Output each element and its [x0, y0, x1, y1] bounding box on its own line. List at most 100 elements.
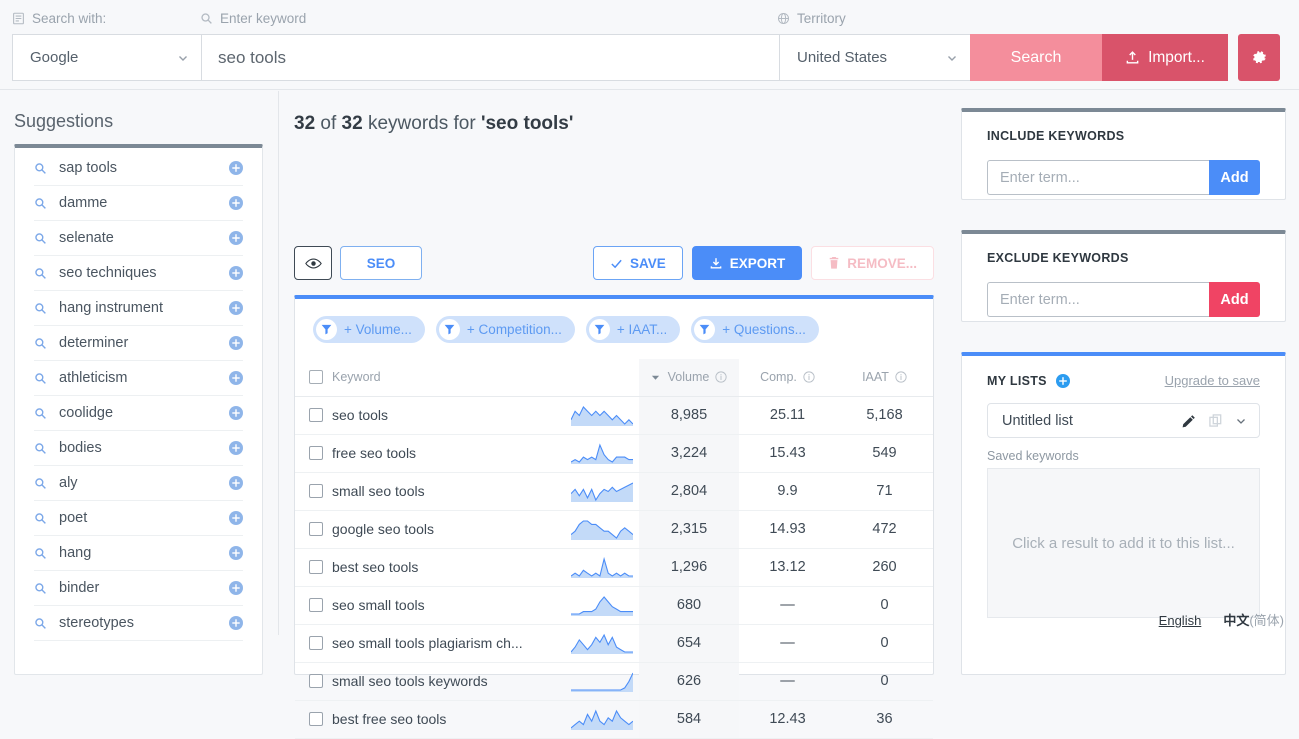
add-suggestion-icon[interactable] [229, 581, 243, 595]
add-list-icon[interactable] [1055, 373, 1070, 388]
engine-select[interactable]: Google [12, 34, 201, 81]
row-checkbox[interactable] [309, 408, 323, 422]
row-select-cell[interactable] [295, 586, 328, 625]
search-button[interactable]: Search [970, 34, 1102, 81]
suggestion-item[interactable]: stereotypes [34, 606, 243, 641]
row-select-cell[interactable] [295, 396, 328, 435]
add-suggestion-icon[interactable] [229, 231, 243, 245]
suggestion-item[interactable]: selenate [34, 221, 243, 256]
info-icon[interactable] [803, 371, 815, 383]
select-all-checkbox[interactable] [309, 370, 323, 385]
filter-chip[interactable]: + Questions... [691, 316, 819, 343]
comp-cell: 9.9 [739, 472, 836, 511]
info-icon[interactable] [895, 371, 907, 383]
list-selector[interactable]: Untitled list [987, 403, 1260, 438]
suggestion-item[interactable]: poet [34, 501, 243, 536]
select-all-header[interactable] [295, 359, 328, 397]
edit-list-icon[interactable] [1182, 414, 1196, 428]
duplicate-list-icon[interactable] [1209, 414, 1222, 427]
row-checkbox[interactable] [309, 560, 323, 574]
exclude-term-input[interactable]: Enter term... [987, 282, 1209, 317]
table-row[interactable]: google seo tools 2,315 14.93 472 [295, 510, 933, 549]
include-add-button[interactable]: Add [1209, 160, 1260, 195]
search-icon [34, 337, 47, 350]
volume-column-header[interactable]: Volume [639, 359, 739, 397]
table-row[interactable]: seo small tools plagiarism ch... 654—0 [295, 624, 933, 663]
chevron-down-icon[interactable] [1235, 415, 1247, 427]
row-select-cell[interactable] [295, 624, 328, 663]
row-select-cell[interactable] [295, 662, 328, 701]
suggestion-item[interactable]: hang [34, 536, 243, 571]
row-select-cell[interactable] [295, 510, 328, 549]
add-suggestion-icon[interactable] [229, 266, 243, 280]
add-suggestion-icon[interactable] [229, 476, 243, 490]
add-suggestion-icon[interactable] [229, 161, 243, 175]
remove-button[interactable]: REMOVE... [811, 246, 934, 280]
suggestion-item[interactable]: damme [34, 186, 243, 221]
language-chinese[interactable]: 中文(简体) [1223, 610, 1284, 629]
suggestion-item[interactable]: binder [34, 571, 243, 606]
sparkline-chart [557, 556, 639, 578]
suggestion-item[interactable]: sap tools [34, 151, 243, 186]
save-button[interactable]: SAVE [592, 246, 683, 280]
suggestion-item[interactable]: seo techniques [34, 256, 243, 291]
table-row[interactable]: small seo tools keywords 626—0 [295, 662, 933, 701]
settings-button[interactable] [1238, 34, 1280, 81]
seo-tab-button[interactable]: SEO [340, 246, 422, 280]
suggestion-item[interactable]: hang instrument [34, 291, 243, 326]
filter-chip-label: + Competition... [466, 322, 562, 337]
saved-keywords-dropzone[interactable]: Click a result to add it to this list... [987, 468, 1260, 618]
preview-toggle-button[interactable] [294, 246, 332, 280]
suggestion-item[interactable]: aly [34, 466, 243, 501]
import-button[interactable]: Import... [1102, 34, 1228, 81]
table-row[interactable]: free seo tools 3,224 15.43 549 [295, 434, 933, 473]
add-suggestion-icon[interactable] [229, 196, 243, 210]
suggestion-item[interactable]: coolidge [34, 396, 243, 431]
row-select-cell[interactable] [295, 434, 328, 473]
exclude-add-button[interactable]: Add [1209, 282, 1260, 317]
row-checkbox[interactable] [309, 598, 323, 612]
row-select-cell[interactable] [295, 548, 328, 587]
add-suggestion-icon[interactable] [229, 616, 243, 630]
row-checkbox[interactable] [309, 522, 323, 536]
row-checkbox[interactable] [309, 636, 323, 650]
add-suggestion-icon[interactable] [229, 371, 243, 385]
add-suggestion-icon[interactable] [229, 336, 243, 350]
language-english[interactable]: English [1159, 613, 1202, 628]
add-suggestion-icon[interactable] [229, 406, 243, 420]
territory-select[interactable]: United States [779, 34, 970, 81]
info-icon[interactable] [715, 371, 727, 383]
add-suggestion-icon[interactable] [229, 511, 243, 525]
exclude-keywords-panel: EXCLUDE KEYWORDS Enter term... Add [961, 230, 1286, 322]
table-row[interactable]: small seo tools 2,804 9.9 71 [295, 472, 933, 511]
row-select-cell[interactable] [295, 700, 328, 739]
add-suggestion-icon[interactable] [229, 546, 243, 560]
table-row[interactable]: best free seo tools 584 12.43 36 [295, 700, 933, 739]
comp-column-header[interactable]: Comp. [739, 359, 836, 397]
suggestion-item[interactable]: determiner [34, 326, 243, 361]
keyword-input[interactable]: seo tools [201, 34, 779, 81]
row-checkbox[interactable] [309, 712, 323, 726]
upgrade-to-save-link[interactable]: Upgrade to save [1165, 373, 1260, 388]
suggestion-item[interactable]: bodies [34, 431, 243, 466]
add-suggestion-icon[interactable] [229, 301, 243, 315]
include-term-input[interactable]: Enter term... [987, 160, 1209, 195]
trend-cell [556, 586, 639, 625]
suggestion-item[interactable]: athleticism [34, 361, 243, 396]
include-input-row: Enter term... Add [987, 160, 1260, 195]
suggestions-sidebar: Suggestions sap tools damme selenate seo te… [0, 91, 279, 675]
row-checkbox[interactable] [309, 674, 323, 688]
iaat-column-header[interactable]: IAAT [836, 359, 933, 397]
table-row[interactable]: seo tools 8,985 25.11 5,168 [295, 396, 933, 435]
export-button[interactable]: EXPORT [691, 246, 803, 280]
row-checkbox[interactable] [309, 484, 323, 498]
filter-chip[interactable]: + Volume... [313, 316, 425, 343]
table-row[interactable]: seo small tools 680—0 [295, 586, 933, 625]
filter-chip[interactable]: + IAAT... [585, 316, 681, 343]
filter-chip[interactable]: + Competition... [435, 316, 575, 343]
row-select-cell[interactable] [295, 472, 328, 511]
keyword-column-header[interactable]: Keyword [328, 359, 639, 397]
table-row[interactable]: best seo tools 1,296 13.12 260 [295, 548, 933, 587]
add-suggestion-icon[interactable] [229, 441, 243, 455]
row-checkbox[interactable] [309, 446, 323, 460]
